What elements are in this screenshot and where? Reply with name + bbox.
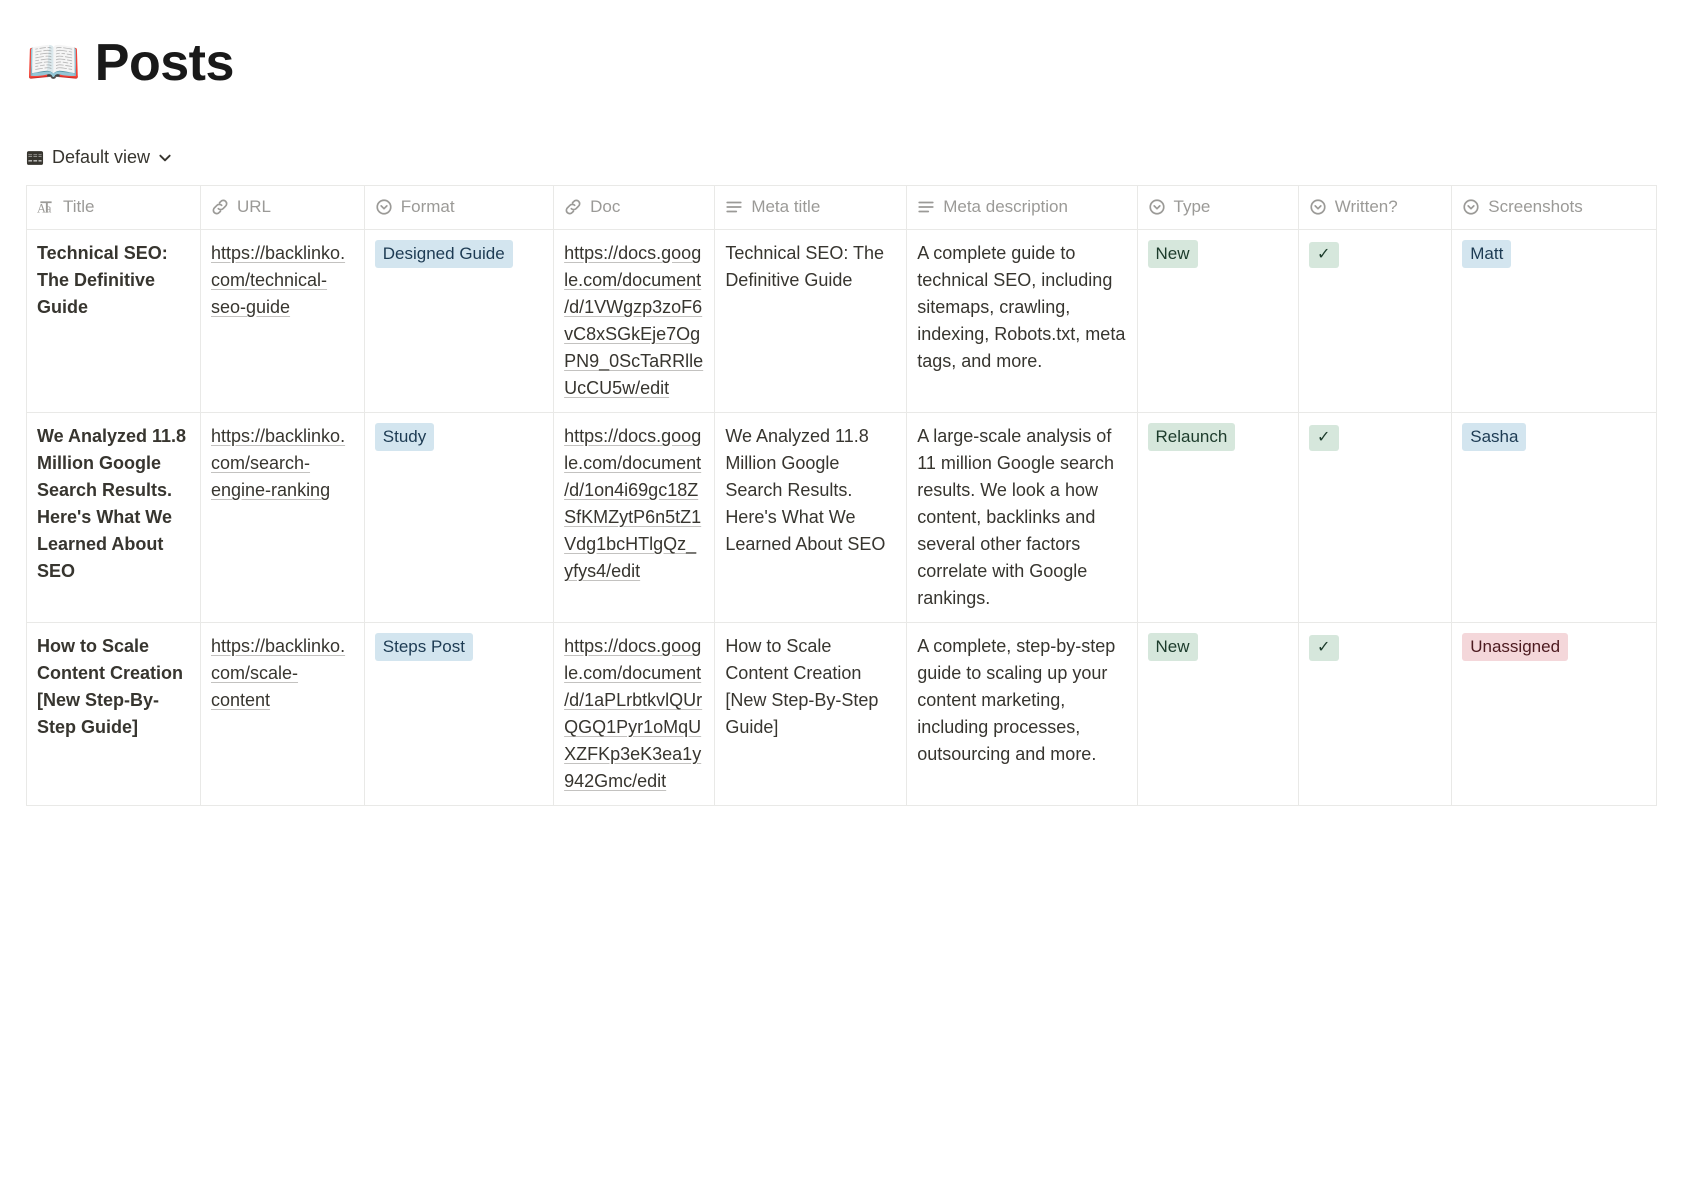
text-prop-icon <box>917 198 935 216</box>
column-header-type[interactable]: Type <box>1137 186 1298 230</box>
cell-meta-title[interactable]: Technical SEO: The Definitive Guide <box>715 230 907 413</box>
cell-meta-description[interactable]: A complete, step-by-step guide to scalin… <box>907 623 1137 806</box>
column-label: Written? <box>1335 194 1398 220</box>
column-label: Meta description <box>943 194 1068 220</box>
cell-title[interactable]: We Analyzed 11.8 Million Google Search R… <box>27 413 201 623</box>
cell-screenshots[interactable]: Unassigned <box>1452 623 1657 806</box>
column-header-url[interactable]: URL <box>201 186 365 230</box>
link-prop-icon <box>211 198 229 216</box>
select-tag: Steps Post <box>375 633 473 661</box>
view-name: Default view <box>52 144 150 171</box>
table-row[interactable]: We Analyzed 11.8 Million Google Search R… <box>27 413 1657 623</box>
page-icon[interactable]: 📖 <box>26 41 81 85</box>
select-tag: New <box>1148 240 1198 268</box>
cell-meta-description[interactable]: A large-scale analysis of 11 million Goo… <box>907 413 1137 623</box>
column-header-doc[interactable]: Doc <box>554 186 715 230</box>
database-table: Aa Title URL Format Doc <box>26 185 1657 806</box>
cell-written[interactable]: ✓ <box>1298 230 1452 413</box>
cell-written[interactable]: ✓ <box>1298 623 1452 806</box>
page-title[interactable]: Posts <box>95 24 234 102</box>
check-icon: ✓ <box>1309 635 1339 661</box>
column-header-format[interactable]: Format <box>364 186 553 230</box>
select-tag: Sasha <box>1462 423 1526 451</box>
table-row[interactable]: How to Scale Content Creation [New Step-… <box>27 623 1657 806</box>
column-header-meta-description[interactable]: Meta description <box>907 186 1137 230</box>
cell-title[interactable]: Technical SEO: The Definitive Guide <box>27 230 201 413</box>
cell-format[interactable]: Study <box>364 413 553 623</box>
select-tag: Designed Guide <box>375 240 513 268</box>
select-prop-icon <box>1309 198 1327 216</box>
column-label: Doc <box>590 194 620 220</box>
select-prop-icon <box>375 198 393 216</box>
cell-format[interactable]: Designed Guide <box>364 230 553 413</box>
cell-title[interactable]: How to Scale Content Creation [New Step-… <box>27 623 201 806</box>
page-header: 📖 Posts <box>26 24 1657 102</box>
column-label: Format <box>401 194 455 220</box>
cell-doc[interactable]: https://docs.google.com/document/d/1aPLr… <box>554 623 715 806</box>
select-tag: Matt <box>1462 240 1511 268</box>
select-tag: New <box>1148 633 1198 661</box>
column-header-screenshots[interactable]: Screenshots <box>1452 186 1657 230</box>
cell-screenshots[interactable]: Sasha <box>1452 413 1657 623</box>
column-header-written[interactable]: Written? <box>1298 186 1452 230</box>
select-prop-icon <box>1462 198 1480 216</box>
column-label: Meta title <box>751 194 820 220</box>
table-body: Technical SEO: The Definitive Guidehttps… <box>27 230 1657 806</box>
check-icon: ✓ <box>1309 425 1339 451</box>
column-header-meta-title[interactable]: Meta title <box>715 186 907 230</box>
cell-format[interactable]: Steps Post <box>364 623 553 806</box>
link-prop-icon <box>564 198 582 216</box>
column-label: URL <box>237 194 271 220</box>
chevron-down-icon <box>158 151 172 165</box>
cell-url[interactable]: https://backlinko.com/scale-content <box>201 623 365 806</box>
column-label: Title <box>63 194 95 220</box>
cell-screenshots[interactable]: Matt <box>1452 230 1657 413</box>
cell-meta-title[interactable]: How to Scale Content Creation [New Step-… <box>715 623 907 806</box>
column-label: Screenshots <box>1488 194 1583 220</box>
title-prop-icon: Aa <box>37 198 55 216</box>
select-prop-icon <box>1148 198 1166 216</box>
cell-url[interactable]: https://backlinko.com/technical-seo-guid… <box>201 230 365 413</box>
table-header: Aa Title URL Format Doc <box>27 186 1657 230</box>
cell-type[interactable]: New <box>1137 623 1298 806</box>
cell-type[interactable]: New <box>1137 230 1298 413</box>
check-icon: ✓ <box>1309 242 1339 268</box>
cell-type[interactable]: Relaunch <box>1137 413 1298 623</box>
text-prop-icon <box>725 198 743 216</box>
cell-doc[interactable]: https://docs.google.com/document/d/1on4i… <box>554 413 715 623</box>
table-icon <box>26 149 44 167</box>
view-switcher[interactable]: Default view <box>26 144 1657 171</box>
select-tag: Relaunch <box>1148 423 1236 451</box>
cell-written[interactable]: ✓ <box>1298 413 1452 623</box>
column-label: Type <box>1174 194 1211 220</box>
cell-meta-title[interactable]: We Analyzed 11.8 Million Google Search R… <box>715 413 907 623</box>
column-header-title[interactable]: Aa Title <box>27 186 201 230</box>
select-tag: Unassigned <box>1462 633 1568 661</box>
cell-meta-description[interactable]: A complete guide to technical SEO, inclu… <box>907 230 1137 413</box>
table-row[interactable]: Technical SEO: The Definitive Guidehttps… <box>27 230 1657 413</box>
svg-text:Aa: Aa <box>37 201 52 215</box>
cell-doc[interactable]: https://docs.google.com/document/d/1VWgz… <box>554 230 715 413</box>
select-tag: Study <box>375 423 434 451</box>
cell-url[interactable]: https://backlinko.com/search-engine-rank… <box>201 413 365 623</box>
